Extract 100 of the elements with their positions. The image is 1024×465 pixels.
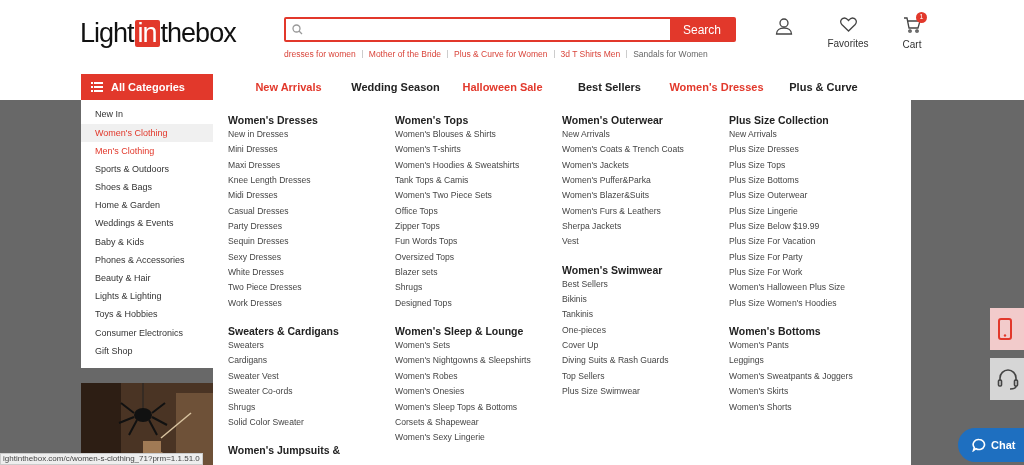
menu-link[interactable]: Sherpa Jackets (562, 219, 729, 235)
search-suggestion[interactable]: dresses for women (284, 48, 356, 61)
menu-group-heading[interactable]: Women's Sleep & Lounge (395, 325, 562, 339)
menu-link[interactable]: Vest (562, 234, 729, 250)
menu-link[interactable]: Sexy Dresses (228, 249, 395, 266)
category-item[interactable]: Lights & Lighting (81, 287, 213, 307)
menu-link[interactable]: Corsets & Shapewear (395, 414, 562, 431)
menu-link[interactable]: New Arrivals (729, 127, 896, 143)
menu-link[interactable]: Women's Shorts (729, 399, 896, 415)
cart-icon[interactable] (903, 17, 921, 33)
menu-link[interactable]: Midi Dresses (228, 188, 395, 204)
menu-link[interactable]: Women's Skirts (729, 384, 896, 400)
category-item[interactable]: Phones & Accessories (81, 251, 213, 270)
menu-link[interactable]: Diving Suits & Rash Guards (562, 353, 729, 369)
nav-link[interactable]: Women's Dresses (663, 78, 770, 96)
menu-link[interactable]: Women's Two Piece Sets (395, 188, 562, 204)
account-link[interactable]: Cart (902, 37, 922, 52)
category-item[interactable]: Consumer Electronics (81, 324, 213, 343)
menu-link[interactable]: Tank Tops & Camis (395, 173, 562, 189)
menu-link[interactable]: Plus Size For Vacation (729, 234, 896, 250)
menu-link[interactable]: Plus Size Outerwear (729, 188, 896, 204)
category-item[interactable]: Home & Garden (81, 196, 213, 216)
menu-link[interactable]: Knee Length Dresses (228, 173, 395, 189)
menu-link[interactable]: New Arrivals (562, 127, 729, 143)
category-item[interactable]: Beauty & Hair (81, 269, 213, 288)
search-suggestion[interactable]: Plus & Curve for Women (454, 48, 548, 61)
menu-link[interactable]: Shrugs (395, 280, 562, 296)
menu-link[interactable]: Women's T-shirts (395, 142, 562, 158)
heart-icon[interactable] (839, 17, 857, 32)
menu-link[interactable]: Sequin Dresses (228, 234, 395, 250)
account-link[interactable]: Favorites (827, 36, 869, 51)
support-tab[interactable] (990, 358, 1024, 400)
logo[interactable]: Lightinthebox (80, 20, 250, 47)
search-suggestion[interactable]: Sandals for Women (633, 48, 708, 61)
menu-link[interactable]: Plus Size Lingerie (729, 203, 896, 220)
menu-link[interactable]: Women's Furs & Leathers (562, 203, 729, 220)
category-item[interactable]: Shoes & Bags (81, 178, 213, 197)
menu-link[interactable]: Women's Puffer&Parka (562, 173, 729, 189)
menu-link[interactable]: Plus Size Swimwear (562, 384, 729, 400)
menu-link[interactable]: Women's Blazer&Suits (562, 188, 729, 204)
menu-link[interactable]: Fun Words Tops (395, 234, 562, 250)
menu-link[interactable]: Best Sellers (562, 276, 729, 293)
menu-link[interactable]: Maxi Dresses (228, 157, 395, 174)
menu-link[interactable]: Shrugs (228, 399, 395, 415)
menu-link[interactable]: Plus Size Tops (729, 157, 896, 174)
menu-link[interactable]: Sweater Co-ords (228, 384, 395, 400)
nav-link[interactable]: Plus & Curve (770, 78, 877, 96)
menu-link[interactable]: Women's Blouses & Shirts (395, 127, 562, 143)
menu-link[interactable]: Plus Size Women's Hoodies (729, 295, 896, 312)
chat-button[interactable]: Chat (958, 428, 1024, 462)
menu-link[interactable]: Top Sellers (562, 368, 729, 385)
search-suggestion[interactable]: Mother of the Bride (368, 48, 442, 61)
menu-link[interactable]: Mini Dresses (228, 142, 395, 158)
menu-link[interactable]: Plus Size Bottoms (729, 173, 896, 189)
menu-link[interactable]: Women's Hoodies & Sweatshirts (395, 157, 562, 174)
category-item[interactable]: Baby & Kids (81, 233, 213, 252)
menu-link[interactable]: Women's Onesies (395, 384, 562, 400)
app-download-tab[interactable] (990, 308, 1024, 350)
category-item[interactable]: Sports & Outdoors (81, 160, 213, 179)
menu-link[interactable]: Party Dresses (228, 219, 395, 235)
menu-group-heading[interactable]: Women's Dresses (228, 114, 395, 127)
category-item[interactable]: New In (81, 106, 213, 125)
category-item[interactable]: Gift Shop (81, 342, 213, 361)
menu-link[interactable]: Bikinis (562, 292, 729, 308)
menu-link[interactable]: Plus Size Below $19.99 (729, 219, 896, 235)
menu-link[interactable]: Zipper Tops (395, 219, 562, 235)
menu-link[interactable]: Women's Robes (395, 368, 562, 385)
search-suggestion[interactable]: 3d T Shirts Men (560, 48, 621, 61)
nav-link[interactable]: Wedding Season (342, 78, 449, 96)
menu-link[interactable]: Work Dresses (228, 295, 395, 312)
menu-link[interactable]: Women's Pants (729, 338, 896, 354)
menu-link[interactable]: Plus Size For Party (729, 249, 896, 266)
menu-link[interactable]: Cover Up (562, 338, 729, 354)
menu-link[interactable]: Plus Size Dresses (729, 142, 896, 158)
nav-link[interactable]: Best Sellers (556, 78, 663, 96)
menu-link[interactable]: Women's Halloween Plus Size (729, 280, 896, 296)
menu-link[interactable]: Women's Sexy Lingerie (395, 430, 562, 446)
menu-link[interactable]: Two Piece Dresses (228, 280, 395, 296)
menu-link[interactable]: Women's Sweatpants & Joggers (729, 368, 896, 385)
category-item[interactable]: Weddings & Events (81, 215, 213, 234)
menu-group-heading[interactable]: Women's Jumpsuits & (228, 444, 395, 458)
menu-link[interactable]: Oversized Tops (395, 249, 562, 266)
user-icon[interactable] (775, 17, 793, 35)
menu-group-heading[interactable]: Women's Tops (395, 114, 562, 127)
menu-link[interactable]: Women's Nightgowns & Sleepshirts (395, 353, 562, 369)
menu-link[interactable]: Women's Sets (395, 338, 562, 354)
menu-group-heading[interactable]: Plus Size Collection (729, 114, 896, 127)
menu-link[interactable]: Sweater Vest (228, 368, 395, 385)
menu-group-heading[interactable]: Sweaters & Cardigans (228, 325, 395, 339)
menu-link[interactable]: Blazer sets (395, 265, 562, 281)
menu-link[interactable]: Office Tops (395, 203, 562, 220)
menu-link[interactable]: Leggings (729, 353, 896, 369)
all-categories-button[interactable]: All Categories (81, 74, 213, 100)
menu-link[interactable]: Plus Size For Work (729, 265, 896, 281)
menu-link[interactable]: Women's Coats & Trench Coats (562, 142, 729, 158)
menu-link[interactable]: Tankinis (562, 307, 729, 323)
nav-link[interactable]: Halloween Sale (449, 78, 556, 96)
category-item[interactable]: Men's Clothing (81, 142, 213, 161)
menu-group-heading[interactable]: Women's Swimwear (562, 263, 729, 277)
menu-link[interactable]: Sweaters (228, 338, 395, 354)
